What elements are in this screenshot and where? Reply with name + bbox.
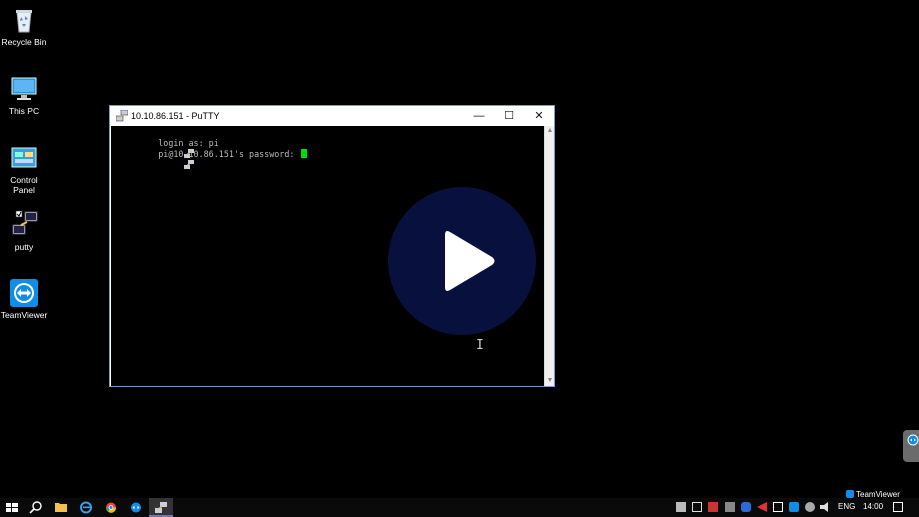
text-cursor-icon: I (476, 338, 484, 353)
teamviewer-icon (846, 490, 854, 498)
window-title: 10.10.86.151 - PuTTY (131, 111, 220, 121)
terminal-line-text: pi@10.10.86.151's password: (158, 149, 300, 159)
close-button[interactable]: ✕ (524, 106, 554, 126)
video-play-button[interactable] (388, 187, 536, 335)
bluetooth-icon[interactable] (741, 502, 751, 512)
network-icon[interactable] (773, 502, 783, 512)
tray-icon-9[interactable] (805, 502, 815, 512)
maximize-button[interactable]: ☐ (494, 106, 524, 126)
desktop-icon-label: Recycle Bin (1, 37, 47, 47)
window-titlebar[interactable]: 10.10.86.151 - PuTTY — ☐ ✕ (110, 106, 554, 126)
tray-icon-3[interactable] (708, 502, 718, 512)
desktop-icon-label: putty (14, 242, 34, 252)
scroll-down-icon[interactable]: ▼ (546, 377, 554, 385)
taskbar: ENG 14:00 (0, 498, 919, 517)
play-icon (445, 231, 495, 291)
putty-icon (115, 109, 129, 122)
windows-icon (6, 503, 18, 512)
terminal-line: pi@10.10.86.151's password: (113, 138, 308, 169)
taskbar-file-explorer[interactable] (49, 498, 73, 517)
scroll-up-icon[interactable]: ▲ (546, 127, 554, 135)
start-button[interactable] (0, 498, 24, 517)
search-button[interactable] (24, 498, 48, 517)
notification-icon[interactable] (893, 502, 903, 512)
tray-icon-2[interactable] (692, 502, 702, 512)
desktop-icon-this-pc[interactable]: This PC (0, 74, 48, 116)
teamviewer-side-tab[interactable] (903, 430, 919, 462)
tray-icon-4[interactable] (725, 502, 735, 512)
search-icon (29, 501, 42, 514)
recycle-bin-icon (9, 5, 39, 35)
chrome-icon (105, 502, 117, 513)
teamviewer-icon (131, 502, 141, 513)
taskbar-putty[interactable] (149, 498, 173, 517)
taskbar-chrome[interactable] (99, 498, 123, 517)
desktop-icon-label: Control Panel (10, 175, 38, 195)
minimize-button[interactable]: — (464, 106, 494, 126)
desktop-icon-control-panel[interactable]: Control Panel (0, 143, 48, 195)
desktop-icon-teamviewer[interactable]: TeamViewer (0, 278, 48, 320)
teamviewer-icon (9, 278, 39, 308)
terminal-scrollbar[interactable]: ▲ ▼ (544, 126, 554, 386)
taskbar-teamviewer[interactable] (124, 498, 148, 517)
language-indicator[interactable]: ENG (838, 502, 855, 511)
desktop-icon-label: This PC (8, 106, 40, 116)
desktop-icon-label: TeamViewer (0, 310, 48, 320)
tray-icon-1[interactable] (676, 502, 686, 512)
control-panel-icon (9, 143, 39, 173)
clock[interactable]: 14:00 (863, 502, 883, 511)
terminal-cursor (301, 149, 308, 158)
folder-icon (55, 503, 67, 512)
edge-icon (80, 501, 92, 514)
putty-icon (143, 149, 194, 169)
computer-icon (9, 74, 39, 104)
taskbar-edge[interactable] (74, 498, 98, 517)
tray-icon-6[interactable] (757, 502, 767, 512)
speaker-icon[interactable] (820, 502, 828, 512)
desktop-icon-putty[interactable]: putty (0, 210, 48, 252)
putty-icon (9, 210, 39, 240)
desktop-icon-recycle-bin[interactable]: Recycle Bin (0, 5, 48, 47)
teamviewer-tray-icon[interactable] (789, 502, 799, 512)
putty-icon (155, 502, 167, 513)
terminal-line: login as: pi (113, 127, 219, 158)
